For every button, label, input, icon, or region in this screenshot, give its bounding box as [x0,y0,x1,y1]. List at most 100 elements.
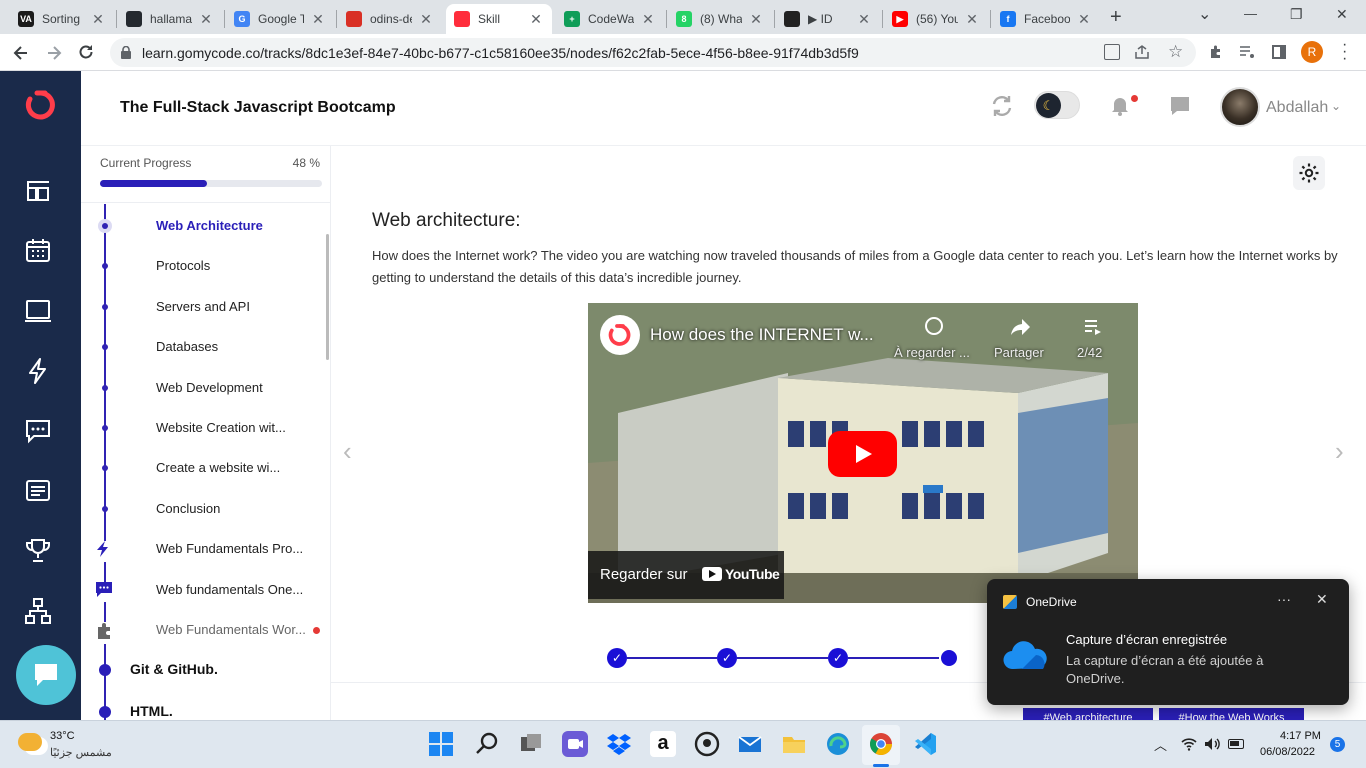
step-completed-check-icon[interactable]: ✓ [828,648,848,668]
step-completed-check-icon[interactable]: ✓ [607,648,627,668]
tab-close-icon[interactable]: ✕ [418,11,434,28]
start-button[interactable] [428,731,454,757]
tab-search-icon[interactable]: ⌄ [1198,4,1211,24]
browser-tab[interactable]: ▶ ID ✕ [776,4,880,34]
tree-item[interactable]: Databases [156,339,218,354]
tree-item[interactable]: Protocols [156,258,210,273]
next-arrow[interactable]: › [1335,436,1344,467]
side-panel-icon[interactable] [1272,45,1286,59]
browser-tab[interactable]: f Faceboo ✕ [992,4,1100,34]
tab-close-icon[interactable]: ✕ [90,11,106,28]
notification-bell-icon[interactable] [1108,93,1132,117]
video-title[interactable]: How does the INTERNET w... [650,325,874,345]
tab-close-icon[interactable]: ✕ [528,11,544,28]
onedrive-notification[interactable]: OneDrive ··· ✕ Capture d’écran enregistr… [987,579,1349,705]
search-icon[interactable] [474,731,500,757]
chrome-icon[interactable] [868,731,894,757]
tab-close-icon[interactable]: ✕ [856,11,872,28]
tab-close-icon[interactable]: ✕ [1076,11,1092,28]
calendar-icon[interactable] [24,237,52,265]
clock-time[interactable]: 4:17 PM [1280,730,1321,742]
github-desktop-icon[interactable] [694,731,720,757]
lightning-icon[interactable] [24,357,52,385]
battery-icon[interactable] [1228,739,1244,749]
messages-icon[interactable] [1169,95,1191,117]
tab-close-icon[interactable]: ✕ [748,11,764,28]
watch-later-icon[interactable] [925,317,943,335]
file-explorer-icon[interactable] [781,731,807,757]
new-tab-button[interactable]: + [1110,6,1122,29]
step-current[interactable] [941,650,957,666]
browser-tab[interactable]: hallamac ✕ [118,4,222,34]
tree-scrollbar[interactable] [326,234,329,360]
user-avatar[interactable] [1220,87,1260,127]
trophy-icon[interactable] [24,537,52,565]
bookmark-star-icon[interactable]: ☆ [1168,42,1183,62]
tree-item[interactable]: Conclusion [156,501,220,516]
tree-item[interactable]: Servers and API [156,299,250,314]
playlist-icon[interactable] [1084,319,1102,335]
browser-tab[interactable]: VA Sorting (✕ [10,4,114,34]
omnibox[interactable]: learn.gomycode.co/tracks/8dc1e3ef-84e7-4… [110,38,1196,67]
minimize-button[interactable]: — [1244,6,1257,21]
weather-desc[interactable]: مشمس جزئيًا [50,746,112,759]
clock-date[interactable]: 06/08/2022 [1260,746,1315,758]
close-window-button[interactable]: ✕ [1336,6,1348,23]
support-chat-button[interactable] [16,645,76,705]
tree-item[interactable]: Web Fundamentals Wor... [156,622,306,637]
browser-tab[interactable]: + CodeWa ✕ [556,4,664,34]
mail-icon[interactable] [737,731,763,757]
tab-close-icon[interactable]: ✕ [964,11,980,28]
back-icon[interactable] [12,44,30,62]
gomycode-logo[interactable] [25,89,57,121]
toast-more-button[interactable]: ··· [1277,591,1291,607]
share-label[interactable]: Partager [994,345,1044,360]
tree-section[interactable]: HTML. [130,703,173,719]
tree-item[interactable]: Create a website wi... [156,460,280,475]
share-arrow-icon[interactable] [1010,317,1032,337]
url-text[interactable]: learn.gomycode.co/tracks/8dc1e3ef-84e7-4… [142,45,859,61]
browser-tab[interactable]: ▶ (56) You ✕ [884,4,988,34]
document-icon[interactable] [24,477,52,505]
playlist-count[interactable]: 2/42 [1077,345,1102,360]
youtube-video-player[interactable]: How does the INTERNET w... À regarder ..… [588,303,1138,603]
reload-icon[interactable] [77,43,95,61]
laptop-icon[interactable] [24,297,52,325]
tray-chevron-icon[interactable]: ︿ [1154,735,1167,754]
watch-later-label[interactable]: À regarder ... [894,345,970,360]
tree-item[interactable]: Web Fundamentals Pro... [156,541,303,556]
username[interactable]: Abdallah [1266,99,1328,117]
share-icon[interactable] [1134,44,1150,60]
profile-avatar[interactable]: R [1301,41,1323,63]
volume-icon[interactable] [1204,737,1220,751]
browser-tab[interactable]: 8 (8) What ✕ [668,4,772,34]
wifi-icon[interactable] [1181,737,1197,751]
vscode-icon[interactable] [912,731,938,757]
tree-item[interactable]: Web fundamentals One... [156,582,303,597]
browser-tab[interactable]: Skill ✕ [446,4,552,34]
dropbox-icon[interactable] [606,731,632,757]
watch-on-youtube[interactable]: Regarder sur YouTube [588,551,784,599]
tab-close-icon[interactable]: ✕ [640,11,656,28]
dark-mode-toggle[interactable]: ☾ [1034,91,1080,119]
user-menu-chevron-icon[interactable]: ⌄ [1331,99,1341,113]
tree-item[interactable]: Web Architecture [156,218,263,233]
forward-icon[interactable] [45,44,63,62]
courses-icon[interactable] [24,177,52,205]
browser-tab[interactable]: odins-de ✕ [338,4,442,34]
channel-avatar[interactable] [600,315,640,355]
task-view-icon[interactable] [518,731,544,757]
lock-icon[interactable] [120,46,132,59]
notification-count-badge[interactable]: 5 [1330,737,1345,752]
refresh-icon[interactable] [990,94,1014,118]
step-completed-check-icon[interactable]: ✓ [717,648,737,668]
tree-section[interactable]: Git & GitHub. [130,661,218,677]
tab-close-icon[interactable]: ✕ [198,11,214,28]
amazon-icon[interactable]: a [650,731,676,757]
translate-icon[interactable] [1104,44,1120,60]
extensions-icon[interactable] [1208,44,1224,60]
chrome-menu-icon[interactable]: · · · [1342,37,1347,67]
tree-item[interactable]: Web Development [156,380,263,395]
chat-icon[interactable] [24,417,52,445]
weather-temp[interactable]: 33°C [50,730,75,742]
